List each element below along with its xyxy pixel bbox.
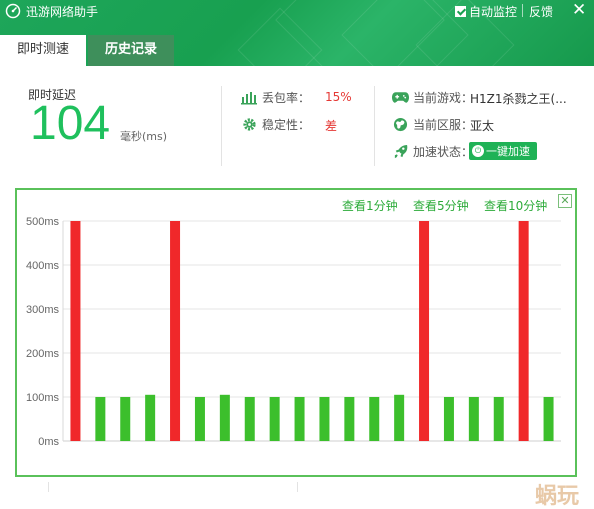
chart-bar [394, 394, 405, 441]
stability-row: 稳定性： [240, 116, 310, 133]
gamepad-icon [391, 90, 409, 106]
title-separator [522, 4, 523, 17]
chart-bar [344, 397, 355, 441]
tab-realtime-test[interactable]: 即时测速 [0, 35, 86, 66]
chart-bar-loss [518, 221, 529, 441]
packet-loss-row: 丢包率： [240, 89, 310, 106]
chart-bar [219, 394, 230, 441]
close-window-button[interactable]: ✕ [572, 1, 586, 19]
chart-bar [468, 397, 479, 441]
y-tick-label: 100ms [26, 392, 60, 404]
view-5-minutes-link[interactable]: 查看5分钟 [413, 197, 469, 214]
chart-bar [244, 397, 255, 441]
packet-loss-label: 丢包率： [262, 91, 311, 105]
one-click-boost-button[interactable]: ⏻ 一键加速 [469, 142, 537, 160]
footer-divider [48, 482, 49, 492]
chart-bar-loss [419, 221, 430, 441]
feedback-link[interactable]: 反馈 [529, 3, 553, 20]
boost-button-label: 一键加速 [486, 145, 530, 158]
y-tick-label: 200ms [26, 348, 60, 360]
divider [374, 86, 375, 166]
chart-bar [493, 397, 504, 441]
current-region-row: 当前区服： [391, 116, 473, 133]
current-game-row: 当前游戏： [391, 89, 473, 106]
boost-status-row: 加速状态： [391, 143, 473, 160]
globe-icon [391, 117, 409, 133]
chart-bar [95, 397, 106, 441]
signal-bars-icon [240, 90, 258, 106]
stability-label: 稳定性： [262, 118, 311, 132]
tab-history[interactable]: 历史记录 [88, 35, 174, 66]
y-tick-label: 300ms [26, 304, 60, 316]
current-region-value: 亚太 [470, 119, 495, 133]
chart-bar [443, 397, 454, 441]
rocket-icon [391, 144, 409, 160]
speedometer-icon [5, 3, 21, 19]
stability-value: 差 [325, 119, 338, 133]
current-region-label: 当前区服： [413, 118, 474, 132]
chart-bar [294, 397, 305, 441]
y-tick-label: 500ms [26, 216, 60, 228]
auto-monitor-label: 自动监控 [469, 5, 518, 19]
chart-bar [145, 394, 156, 441]
chart-bar [269, 397, 280, 441]
view-1-minute-link[interactable]: 查看1分钟 [342, 197, 398, 214]
current-game-label: 当前游戏： [413, 91, 474, 105]
watermark-logo: 蜗玩 [535, 484, 580, 509]
chart-bar [319, 397, 330, 441]
chart-bar [543, 397, 554, 441]
chart-bar-loss [170, 221, 181, 441]
auto-monitor-toggle[interactable]: 自动监控 [455, 3, 517, 20]
chart-bar [369, 397, 380, 441]
latency-value: 104 [30, 97, 111, 150]
divider [221, 86, 222, 166]
latency-unit: 毫秒(ms) [120, 130, 168, 143]
panel-close-button[interactable]: ✕ [558, 194, 572, 208]
latency-chart-panel: 0ms 100ms 200ms 300ms 400ms 500ms 查看1分钟 查看5分钟… [15, 188, 577, 477]
y-tick-label: 400ms [26, 260, 60, 272]
header-bar: 迅游网络助手 自动监控 反馈 ✕ 即时测速 历史记录 [0, 0, 594, 66]
gear-icon [240, 117, 258, 133]
current-game-value: H1Z1杀戮之王(... [470, 92, 567, 106]
view-10-minutes-link[interactable]: 查看10分钟 [484, 197, 547, 214]
chart-bar [194, 397, 205, 441]
auto-monitor-checkbox[interactable] [455, 6, 466, 17]
boost-status-label: 加速状态： [413, 145, 474, 159]
title-bar: 迅游网络助手 自动监控 反馈 ✕ [0, 0, 594, 22]
chart-bar [120, 397, 131, 441]
packet-loss-value: 15% [325, 90, 352, 104]
latency-bar-chart: 0ms 100ms 200ms 300ms 400ms 500ms [26, 216, 561, 448]
chart-bar-loss [70, 221, 81, 441]
app-title: 迅游网络助手 [26, 5, 99, 19]
y-tick-label: 0ms [38, 436, 59, 448]
footer-divider [297, 482, 298, 492]
power-icon: ⏻ [472, 145, 484, 157]
